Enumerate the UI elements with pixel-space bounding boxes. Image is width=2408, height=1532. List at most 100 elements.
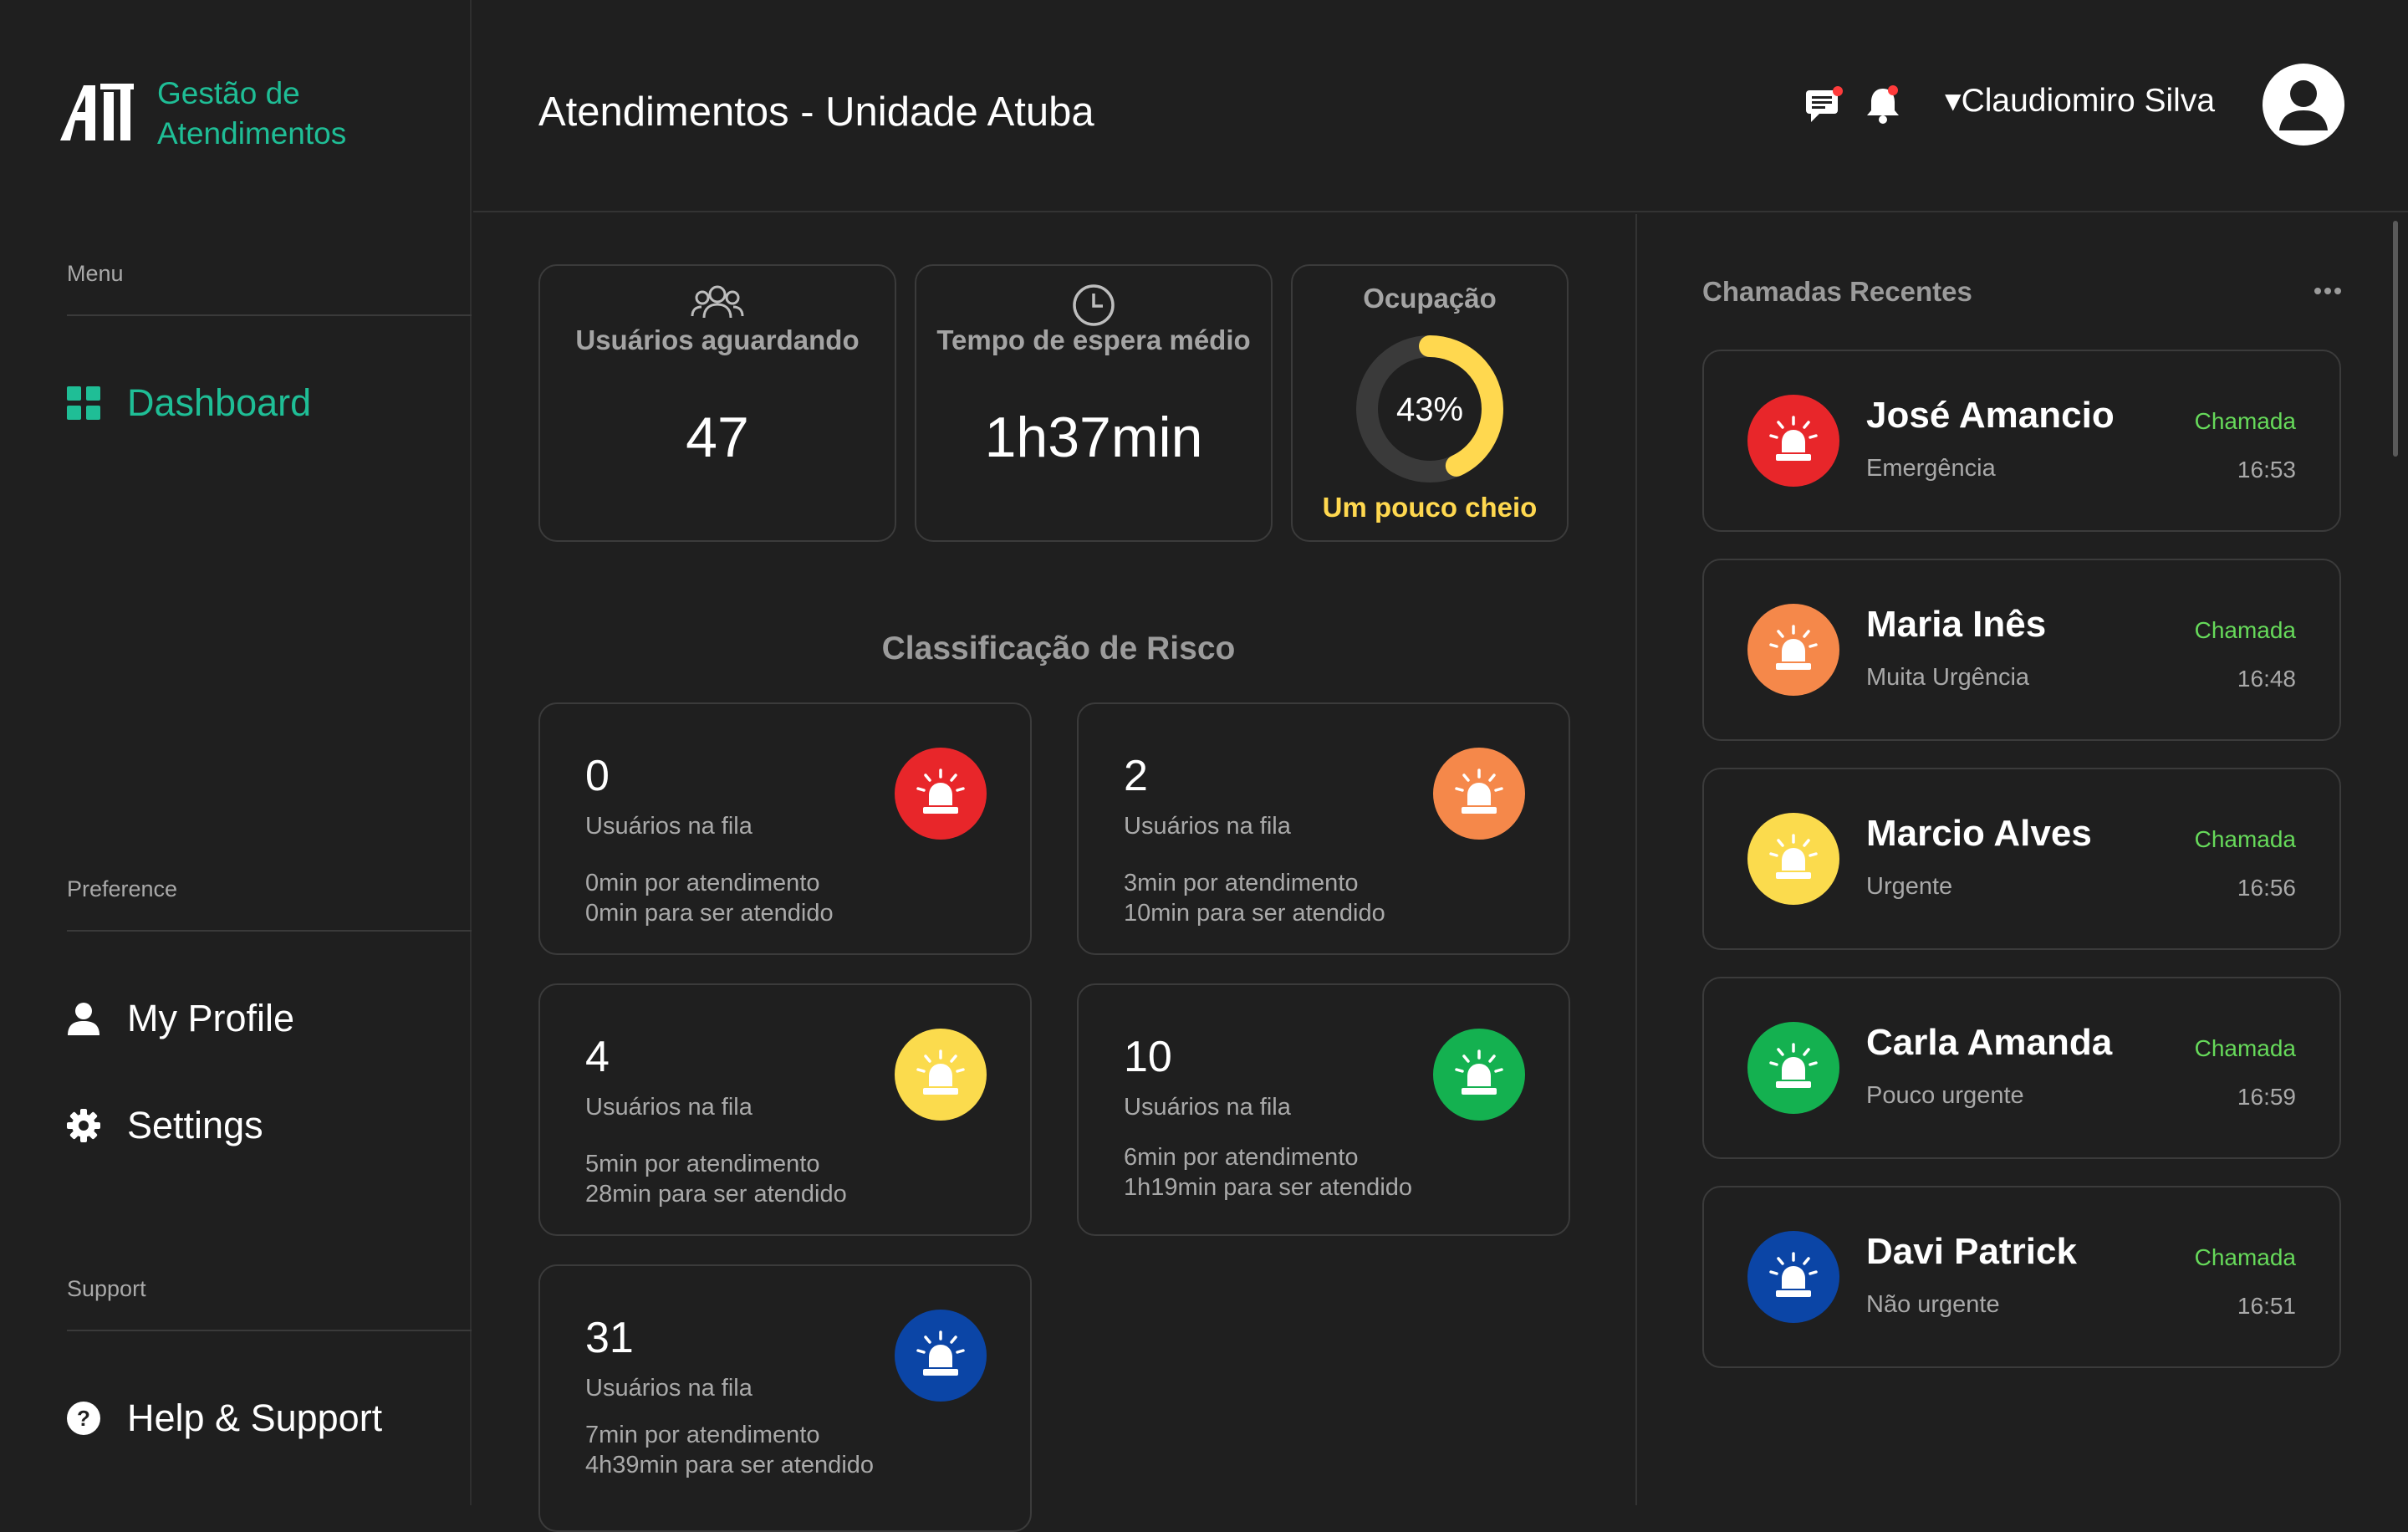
svg-text:?: ? <box>77 1406 90 1431</box>
sidebar-item-label: Settings <box>127 1104 263 1146</box>
bell-icon[interactable] <box>1861 84 1905 127</box>
occupancy-status: Um pouco cheio <box>1322 492 1538 523</box>
stat-card-occupancy: Ocupação 43% Um pouco cheio <box>1291 264 1569 542</box>
risk-label: Usuários na fila <box>1124 813 1291 840</box>
call-category: Não urgente <box>1866 1291 2000 1318</box>
siren-icon <box>895 748 987 840</box>
recent-call-card[interactable]: José Amancio Emergência Chamada 16:53 <box>1702 350 2341 532</box>
stat-card-waiting: Usuários aguardando 47 <box>538 264 896 542</box>
top-header: Atendimentos - Unidade Atuba ▾Claudiomir… <box>473 0 2408 212</box>
siren-icon <box>1747 395 1839 487</box>
siren-icon <box>1747 813 1839 905</box>
divider <box>67 930 472 932</box>
stat-value: 1h37min <box>984 406 1203 469</box>
sidebar-item-settings[interactable]: Settings <box>65 1104 263 1147</box>
call-category: Urgente <box>1866 873 1953 900</box>
call-patient-name: José Amancio <box>1866 395 2115 436</box>
sidebar-item-dashboard[interactable]: Dashboard <box>65 381 311 425</box>
user-icon <box>65 1000 102 1037</box>
call-status: Chamada <box>2194 1244 2296 1270</box>
call-patient-name: Carla Amanda <box>1866 1022 2113 1063</box>
call-patient-name: Davi Patrick <box>1866 1231 2077 1272</box>
risk-wait-time: 0min para ser atendido <box>585 900 834 927</box>
siren-icon <box>1433 748 1525 840</box>
risk-count: 2 <box>1124 752 1148 800</box>
risk-label: Usuários na fila <box>585 1375 752 1402</box>
recent-call-card[interactable]: Carla Amanda Pouco urgente Chamada 16:59 <box>1702 977 2341 1159</box>
risk-label: Usuários na fila <box>585 1094 752 1121</box>
risk-service-time: 3min por atendimento <box>1124 870 1359 896</box>
call-status: Chamada <box>2194 617 2296 643</box>
siren-icon <box>1747 604 1839 696</box>
call-category: Pouco urgente <box>1866 1082 2024 1109</box>
risk-label: Usuários na fila <box>1124 1094 1291 1121</box>
stat-value: 47 <box>686 406 749 469</box>
help-icon: ? <box>65 1400 102 1437</box>
siren-icon <box>1747 1231 1839 1323</box>
risk-count: 4 <box>585 1033 610 1081</box>
divider <box>67 314 472 316</box>
chat-icon[interactable] <box>1803 84 1846 127</box>
sidebar: Gestão de Atendimentos Menu Dashboard Pr… <box>0 0 472 1505</box>
risk-count: 31 <box>585 1314 634 1362</box>
stat-title: Tempo de espera médio <box>936 324 1251 355</box>
preference-section-label: Preference <box>67 876 178 901</box>
siren-icon <box>1433 1029 1525 1121</box>
risk-wait-time: 28min para ser atendido <box>585 1181 847 1208</box>
grid-icon <box>65 385 102 421</box>
avatar-icon[interactable] <box>2263 64 2344 146</box>
sidebar-item-label: Dashboard <box>127 381 312 424</box>
risk-service-time: 0min por atendimento <box>585 870 820 896</box>
panel-divider <box>1635 214 1637 1505</box>
sidebar-item-label: Help & Support <box>127 1397 383 1439</box>
stat-title: Usuários aguardando <box>575 324 860 355</box>
sidebar-item-help-support[interactable]: ? Help & Support <box>65 1397 382 1440</box>
risk-count: 0 <box>585 752 610 800</box>
siren-icon <box>895 1029 987 1121</box>
user-menu[interactable]: ▾Claudiomiro Silva <box>1945 82 2215 120</box>
risk-wait-time: 1h19min para ser atendido <box>1124 1174 1413 1201</box>
risk-label: Usuários na fila <box>585 813 752 840</box>
risk-section-title: Classificação de Risco <box>881 631 1236 666</box>
stat-title: Ocupação <box>1363 283 1497 314</box>
risk-card[interactable]: 4 Usuários na fila 5min por atendimento … <box>538 983 1032 1236</box>
recent-calls-title: Chamadas Recentes <box>1702 276 1972 307</box>
occupancy-percent: 43% <box>1395 391 1464 428</box>
support-section-label: Support <box>67 1276 146 1301</box>
scrollbar[interactable] <box>2393 221 2398 457</box>
call-status: Chamada <box>2194 408 2296 434</box>
users-icon <box>691 285 744 319</box>
call-patient-name: Marcio Alves <box>1866 813 2092 854</box>
sidebar-item-my-profile[interactable]: My Profile <box>65 997 294 1040</box>
page-title: Atendimentos - Unidade Atuba <box>538 89 1094 135</box>
more-options-icon[interactable] <box>2311 276 2344 306</box>
risk-card[interactable]: 31 Usuários na fila 7min por atendimento… <box>538 1264 1032 1532</box>
recent-call-card[interactable]: Davi Patrick Não urgente Chamada 16:51 <box>1702 1186 2341 1368</box>
call-time: 16:51 <box>2237 1293 2296 1319</box>
risk-service-time: 7min por atendimento <box>585 1422 820 1448</box>
risk-service-time: 6min por atendimento <box>1124 1144 1359 1171</box>
risk-service-time: 5min por atendimento <box>585 1151 820 1177</box>
risk-card[interactable]: 0 Usuários na fila 0min por atendimento … <box>538 702 1032 955</box>
call-status: Chamada <box>2194 826 2296 852</box>
call-time: 16:59 <box>2237 1084 2296 1110</box>
siren-icon <box>1747 1022 1839 1114</box>
risk-count: 10 <box>1124 1033 1172 1081</box>
risk-wait-time: 4h39min para ser atendido <box>585 1452 875 1478</box>
call-time: 16:56 <box>2237 875 2296 901</box>
divider <box>67 1330 472 1331</box>
call-category: Muita Urgência <box>1866 664 2030 691</box>
siren-icon <box>895 1310 987 1402</box>
risk-card[interactable]: 10 Usuários na fila 6min por atendimento… <box>1077 983 1570 1236</box>
clock-icon <box>1073 284 1115 326</box>
app-logo[interactable]: Gestão de Atendimentos <box>59 74 408 154</box>
logo-icon <box>60 84 134 140</box>
risk-card[interactable]: 2 Usuários na fila 3min por atendimento … <box>1077 702 1570 955</box>
recent-call-card[interactable]: Maria Inês Muita Urgência Chamada 16:48 <box>1702 559 2341 741</box>
recent-call-card[interactable]: Marcio Alves Urgente Chamada 16:56 <box>1702 768 2341 950</box>
stat-card-wait-time: Tempo de espera médio 1h37min <box>915 264 1273 542</box>
call-time: 16:53 <box>2237 457 2296 483</box>
sidebar-item-label: My Profile <box>127 997 295 1039</box>
call-status: Chamada <box>2194 1035 2296 1061</box>
call-category: Emergência <box>1866 455 1996 482</box>
